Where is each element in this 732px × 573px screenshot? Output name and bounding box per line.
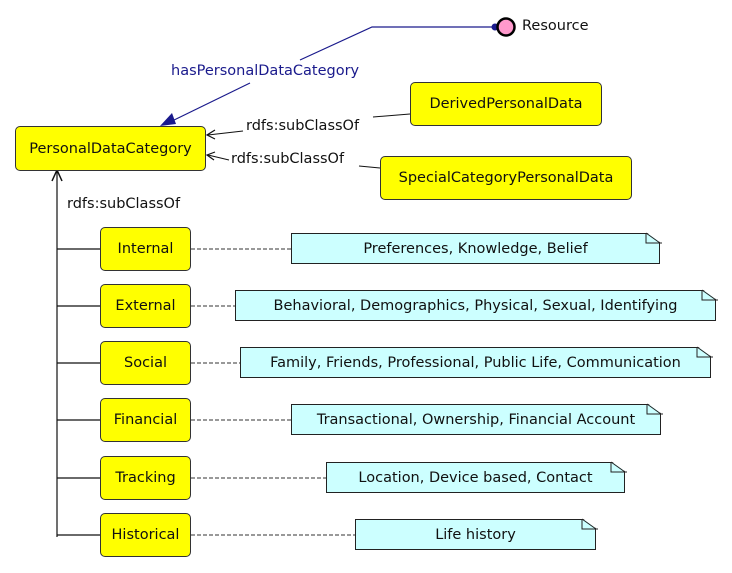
- resource-circle-icon[interactable]: [496, 17, 516, 37]
- property-edge: [299, 26, 500, 61]
- note-historical: Life history: [355, 519, 596, 550]
- class-tracking[interactable]: Tracking: [100, 456, 191, 500]
- class-special-category-personal-data[interactable]: SpecialCategoryPersonalData: [380, 156, 632, 200]
- note-internal: Preferences, Knowledge, Belief: [291, 233, 660, 264]
- class-external[interactable]: External: [100, 284, 191, 328]
- note-financial: Transactional, Ownership, Financial Acco…: [291, 404, 661, 435]
- property-label: hasPersonalDataCategory: [171, 63, 360, 79]
- special-relation-label: rdfs:subClassOf: [231, 151, 345, 167]
- resource-label: Resource: [522, 18, 589, 34]
- derived-relation-label: rdfs:subClassOf: [246, 118, 360, 134]
- property-arrowhead: [160, 113, 176, 126]
- class-derived-personal-data[interactable]: DerivedPersonalData: [410, 82, 602, 126]
- class-historical[interactable]: Historical: [100, 513, 191, 557]
- class-internal[interactable]: Internal: [100, 227, 191, 271]
- derived-edge: [372, 113, 411, 118]
- note-tracking: Location, Device based, Contact: [326, 462, 625, 493]
- class-financial[interactable]: Financial: [100, 398, 191, 442]
- class-social[interactable]: Social: [100, 341, 191, 385]
- property-edge-lower: [169, 82, 251, 123]
- trunk-relation-label: rdfs:subClassOf: [67, 196, 181, 212]
- note-social: Family, Friends, Professional, Public Li…: [240, 347, 711, 378]
- special-edge: [358, 165, 381, 169]
- class-personal-data-category[interactable]: PersonalDataCategory: [15, 126, 206, 171]
- note-external: Behavioral, Demographics, Physical, Sexu…: [235, 290, 716, 321]
